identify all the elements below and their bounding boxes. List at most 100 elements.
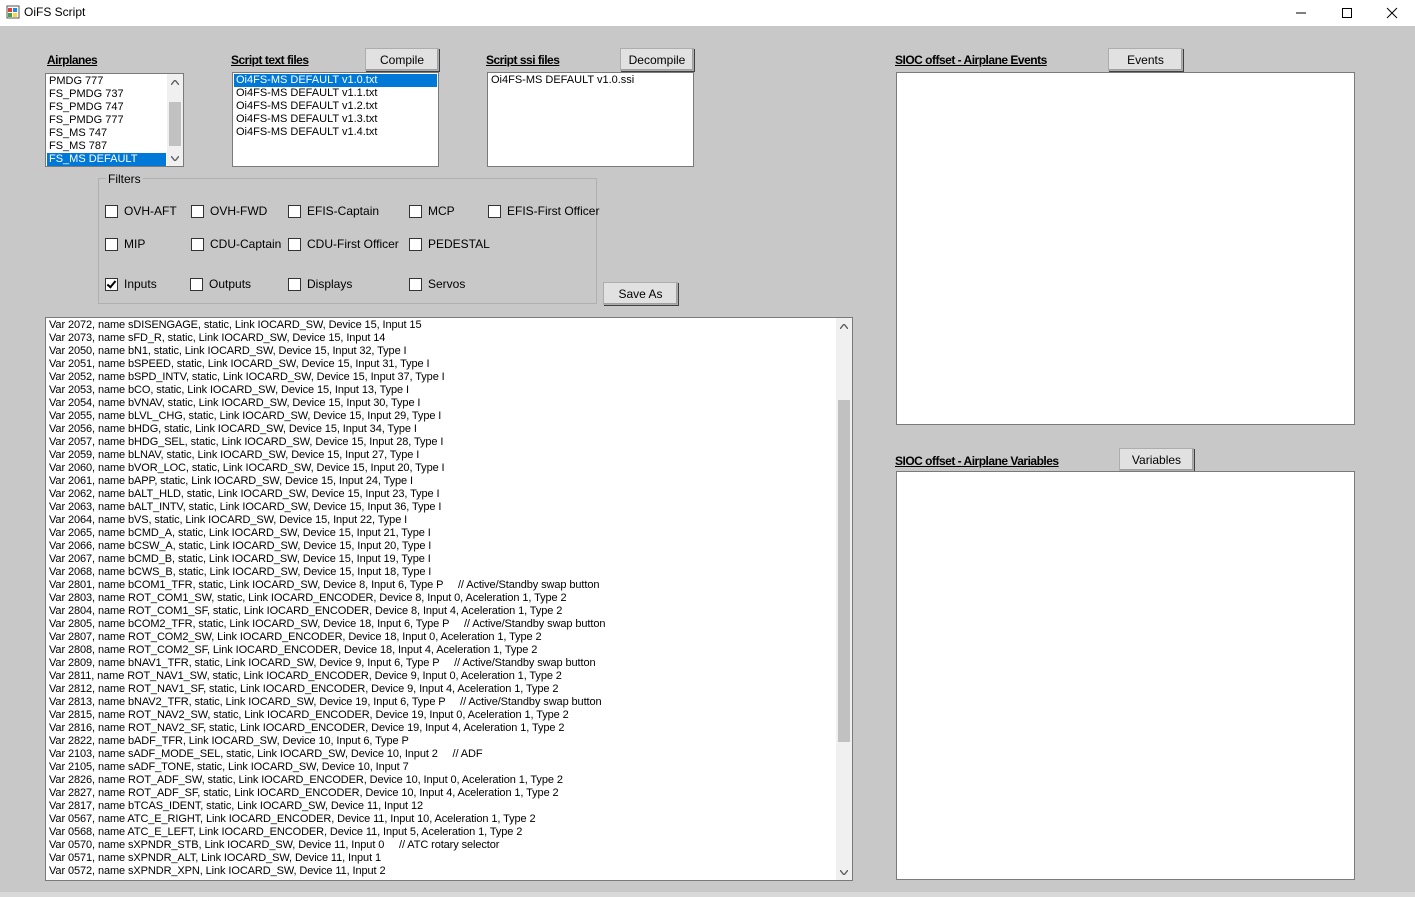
code-line: Var 2816, name ROT_NAV2_SF, static, Link… xyxy=(49,722,565,734)
airplane-list-item[interactable]: FS_MS DEFAULT xyxy=(47,153,166,166)
minimize-button[interactable] xyxy=(1278,0,1324,26)
save-as-button[interactable]: Save As xyxy=(603,282,678,305)
scroll-thumb[interactable] xyxy=(169,102,181,146)
airplanes-list[interactable]: PMDG 777 FS_PMDG 737 FS_PMDG 747 FS_PMDG 77… xyxy=(45,73,184,167)
code-line: Var 2813, name bNAV2_TFR, static, Link I… xyxy=(49,696,602,708)
code-line: Var 2055, name bLVL_CHG, static, Link IO… xyxy=(49,410,442,422)
script-ssi-files-list[interactable]: Oi4FS-MS DEFAULT v1.0.ssi xyxy=(487,72,694,167)
code-line: Var 2807, name ROT_COM2_SW, Link IOCARD_… xyxy=(49,631,542,643)
close-button[interactable] xyxy=(1369,0,1415,26)
checkbox-icon[interactable] xyxy=(191,204,204,218)
scroll-down-arrow-icon[interactable] xyxy=(167,150,183,166)
code-line: Var 2064, name bVS, static, Link IOCARD_… xyxy=(49,514,408,526)
filter-cdu-first-officer[interactable]: CDU-First Officer xyxy=(288,237,399,251)
code-line: Var 2808, name ROT_COM2_SF, Link IOCARD_… xyxy=(49,644,538,656)
airplanes-scrollbar[interactable] xyxy=(167,74,183,166)
filter-ovh-fwd[interactable]: OVH-FWD xyxy=(191,204,267,218)
maximize-button[interactable] xyxy=(1324,0,1370,26)
variables-button[interactable]: Variables xyxy=(1119,448,1194,471)
code-line: Var 2065, name bCMD_A, static, Link IOCA… xyxy=(49,527,431,539)
scroll-up-arrow-icon[interactable] xyxy=(836,318,852,334)
checkbox-icon[interactable] xyxy=(105,204,118,218)
scroll-thumb[interactable] xyxy=(838,400,850,742)
compile-button[interactable]: Compile xyxy=(365,48,439,71)
filter-displays[interactable]: Displays xyxy=(288,277,352,291)
main-window: Airplanes PMDG 777 FS_PMDG 737 FS_PMDG 747… xyxy=(0,26,1415,897)
code-line: Var 2803, name ROT_COM1_SW, static, Link… xyxy=(49,592,567,604)
filter-outputs[interactable]: Outputs xyxy=(190,277,251,291)
filter-inputs[interactable]: Inputs xyxy=(105,277,157,291)
code-line: Var 2811, name ROT_NAV1_SW, static, Link… xyxy=(49,670,562,682)
checkbox-icon[interactable] xyxy=(288,204,301,218)
filter-ovh-aft[interactable]: OVH-AFT xyxy=(105,204,177,218)
airplane-list-item[interactable]: FS_MS 787 xyxy=(47,140,166,153)
script-ssi-files-label: Script ssi files xyxy=(486,53,560,67)
events-button[interactable]: Events xyxy=(1108,48,1183,71)
airplane-variables-list[interactable] xyxy=(896,471,1355,880)
scroll-down-arrow-icon[interactable] xyxy=(836,864,852,880)
code-line: Var 2804, name ROT_COM1_SF, static, Link… xyxy=(49,605,563,617)
code-line: Var 2068, name bCWS_B, static, Link IOCA… xyxy=(49,566,432,578)
checkbox-icon[interactable] xyxy=(105,237,118,251)
script-text-file-item[interactable]: Oi4FS-MS DEFAULT v1.3.txt xyxy=(234,113,437,126)
checkbox-icon[interactable] xyxy=(191,237,204,251)
decompile-button[interactable]: Decompile xyxy=(620,48,694,71)
filter-servos[interactable]: Servos xyxy=(409,277,465,291)
window-bottom-edge xyxy=(0,892,1415,897)
script-text-files-list[interactable]: Oi4FS-MS DEFAULT v1.0.txt Oi4FS-MS DEFAUL… xyxy=(232,72,439,167)
airplane-events-list[interactable] xyxy=(896,72,1355,425)
code-line: Var 2059, name bLNAV, static, Link IOCAR… xyxy=(49,449,420,461)
code-line: Var 2805, name bCOM2_TFR, static, Link I… xyxy=(49,618,606,630)
script-text-editor[interactable]: Var 2072, name sDISENGAGE, static, Link … xyxy=(45,317,853,881)
filter-mip[interactable]: MIP xyxy=(105,237,145,251)
code-line: Var 2815, name ROT_NAV2_SW, static, Link… xyxy=(49,709,569,721)
script-ssi-file-item[interactable]: Oi4FS-MS DEFAULT v1.0.ssi xyxy=(489,74,692,87)
code-line: Var 2817, name bTCAS_IDENT, static, Link… xyxy=(49,800,423,812)
script-text-file-item[interactable]: Oi4FS-MS DEFAULT v1.0.txt xyxy=(234,74,437,87)
airplane-list-item[interactable]: FS_PMDG 747 xyxy=(47,101,166,114)
script-text-file-item[interactable]: Oi4FS-MS DEFAULT v1.4.txt xyxy=(234,126,437,139)
code-line: Var 2827, name ROT_ADF_SF, static, Link … xyxy=(49,787,559,799)
filter-pedestal[interactable]: PEDESTAL xyxy=(409,237,490,251)
airplane-list-item[interactable]: FS_PMDG 777 xyxy=(47,114,166,127)
code-line: Var 2050, name bN1, static, Link IOCARD_… xyxy=(49,345,407,357)
airplane-list-item[interactable]: PMDG 777 xyxy=(47,75,166,88)
checkbox-icon[interactable] xyxy=(488,204,501,218)
title-bar: OiFS Script xyxy=(0,0,1415,26)
filter-efis-captain[interactable]: EFIS-Captain xyxy=(288,204,379,218)
checkbox-icon[interactable] xyxy=(409,237,422,251)
script-text-files-label: Script text files xyxy=(231,53,309,67)
app-icon xyxy=(6,5,20,19)
code-line: Var 2067, name bCMD_B, static, Link IOCA… xyxy=(49,553,431,565)
airplanes-label: Airplanes xyxy=(47,53,98,67)
checkbox-icon[interactable] xyxy=(288,277,301,291)
scroll-up-arrow-icon[interactable] xyxy=(167,74,183,90)
checkbox-icon[interactable] xyxy=(409,277,422,291)
code-line: Var 2054, name bVNAV, static, Link IOCAR… xyxy=(49,397,421,409)
script-text-file-item[interactable]: Oi4FS-MS DEFAULT v1.1.txt xyxy=(234,87,437,100)
airplane-list-item[interactable]: FS_MS 747 xyxy=(47,127,166,140)
script-text-file-item[interactable]: Oi4FS-MS DEFAULT v1.2.txt xyxy=(234,100,437,113)
code-line: Var 2051, name bSPEED, static, Link IOCA… xyxy=(49,358,430,370)
filter-efis-first-officer[interactable]: EFIS-First Officer xyxy=(488,204,599,218)
close-icon xyxy=(1386,7,1398,19)
filter-cdu-captain[interactable]: CDU-Captain xyxy=(191,237,281,251)
code-line: Var 2063, name bALT_INTV, static, Link I… xyxy=(49,501,442,513)
code-line: Var 2812, name ROT_NAV1_SF, static, Link… xyxy=(49,683,559,695)
code-line: Var 0568, name ATC_E_LEFT, Link IOCARD_E… xyxy=(49,826,523,838)
code-line: Var 2826, name ROT_ADF_SW, static, Link … xyxy=(49,774,563,786)
code-line: Var 0570, name sXPNDR_STB, Link IOCARD_S… xyxy=(49,839,500,851)
code-line: Var 2809, name bNAV1_TFR, static, Link I… xyxy=(49,657,596,669)
checkbox-icon[interactable] xyxy=(288,237,301,251)
code-line: Var 2062, name bALT_HLD, static, Link IO… xyxy=(49,488,440,500)
code-line: Var 0567, name ATC_E_RIGHT, Link IOCARD_… xyxy=(49,813,536,825)
airplane-list-item[interactable]: FS_PMDG 737 xyxy=(47,88,166,101)
filter-mcp[interactable]: MCP xyxy=(409,204,455,218)
checkbox-icon[interactable] xyxy=(409,204,422,218)
editor-scrollbar[interactable] xyxy=(836,318,852,880)
checkbox-icon[interactable] xyxy=(105,277,118,291)
code-line: Var 0571, name sXPNDR_ALT, Link IOCARD_S… xyxy=(49,852,381,864)
filters-title: Filters xyxy=(106,172,143,186)
airplane-events-label: SIOC offset - Airplane Events xyxy=(895,53,1047,67)
checkbox-icon[interactable] xyxy=(190,277,203,291)
